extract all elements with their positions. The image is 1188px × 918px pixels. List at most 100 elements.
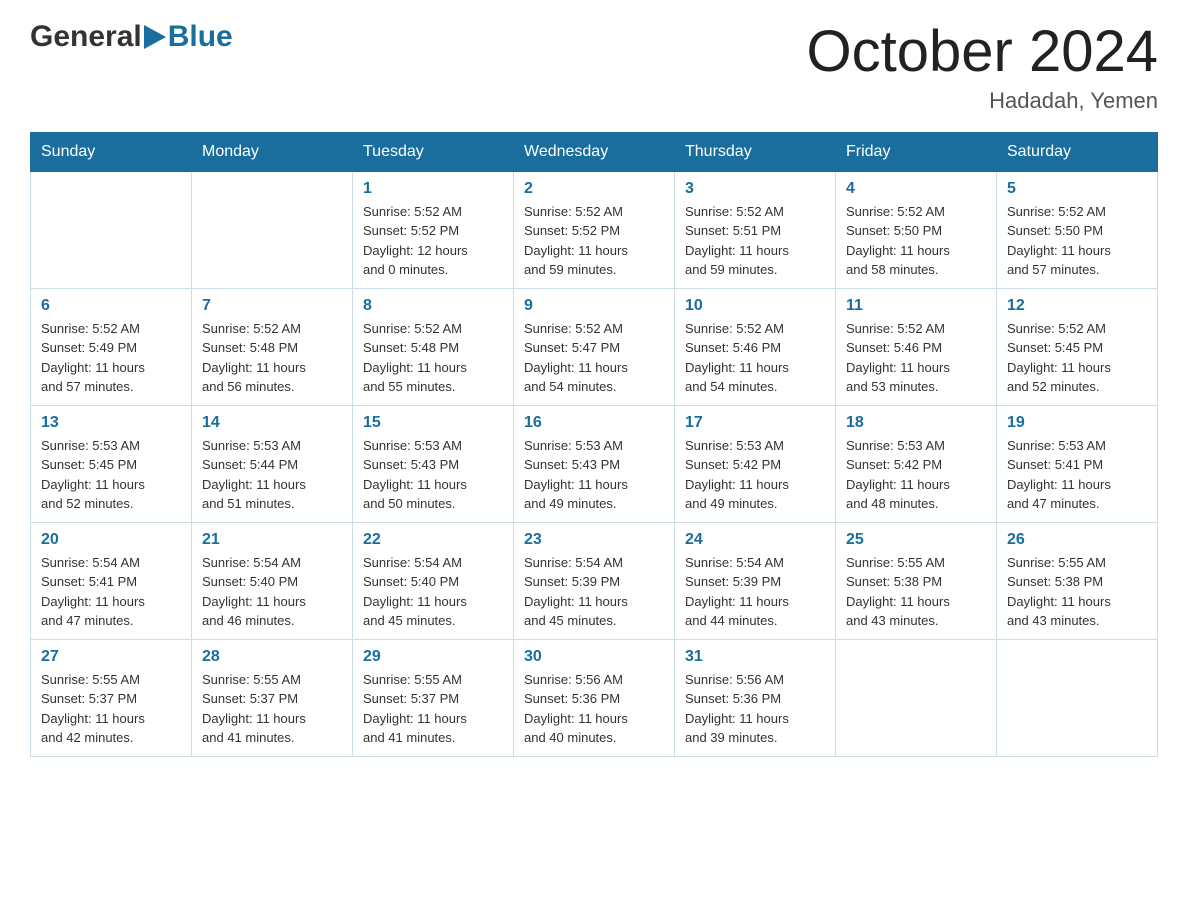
calendar-cell: 7 Sunrise: 5:52 AM Sunset: 5:48 PM Daylig… [192,288,353,405]
day-info: Sunrise: 5:53 AM Sunset: 5:42 PM Dayligh… [685,436,825,514]
day-number: 30 [524,648,664,666]
calendar-cell: 3 Sunrise: 5:52 AM Sunset: 5:51 PM Daylig… [675,171,836,288]
calendar-cell: 14 Sunrise: 5:53 AM Sunset: 5:44 PM Dayli… [192,405,353,522]
day-info: Sunrise: 5:52 AM Sunset: 5:45 PM Dayligh… [1007,319,1147,397]
calendar-cell: 22 Sunrise: 5:54 AM Sunset: 5:40 PM Dayli… [353,522,514,639]
day-info: Sunrise: 5:53 AM Sunset: 5:43 PM Dayligh… [363,436,503,514]
day-info: Sunrise: 5:56 AM Sunset: 5:36 PM Dayligh… [524,670,664,748]
day-number: 13 [41,414,181,432]
day-info: Sunrise: 5:55 AM Sunset: 5:37 PM Dayligh… [363,670,503,748]
day-number: 2 [524,180,664,198]
day-number: 7 [202,297,342,315]
header: General Blue October 2024 Hadadah, Yemen [30,20,1158,114]
calendar-cell: 23 Sunrise: 5:54 AM Sunset: 5:39 PM Dayli… [514,522,675,639]
day-info: Sunrise: 5:52 AM Sunset: 5:48 PM Dayligh… [363,319,503,397]
calendar-week-row: 13 Sunrise: 5:53 AM Sunset: 5:45 PM Dayli… [31,405,1158,522]
day-info: Sunrise: 5:53 AM Sunset: 5:45 PM Dayligh… [41,436,181,514]
day-info: Sunrise: 5:52 AM Sunset: 5:47 PM Dayligh… [524,319,664,397]
calendar-cell [192,171,353,288]
calendar-cell: 2 Sunrise: 5:52 AM Sunset: 5:52 PM Daylig… [514,171,675,288]
day-number: 10 [685,297,825,315]
day-number: 28 [202,648,342,666]
calendar-cell: 29 Sunrise: 5:55 AM Sunset: 5:37 PM Dayli… [353,639,514,756]
day-info: Sunrise: 5:54 AM Sunset: 5:40 PM Dayligh… [363,553,503,631]
day-info: Sunrise: 5:53 AM Sunset: 5:42 PM Dayligh… [846,436,986,514]
day-number: 9 [524,297,664,315]
day-info: Sunrise: 5:56 AM Sunset: 5:36 PM Dayligh… [685,670,825,748]
calendar-cell [31,171,192,288]
day-info: Sunrise: 5:53 AM Sunset: 5:44 PM Dayligh… [202,436,342,514]
calendar-cell: 21 Sunrise: 5:54 AM Sunset: 5:40 PM Dayli… [192,522,353,639]
day-info: Sunrise: 5:52 AM Sunset: 5:46 PM Dayligh… [685,319,825,397]
calendar-week-row: 1 Sunrise: 5:52 AM Sunset: 5:52 PM Daylig… [31,171,1158,288]
calendar-cell: 18 Sunrise: 5:53 AM Sunset: 5:42 PM Dayli… [836,405,997,522]
calendar-cell: 27 Sunrise: 5:55 AM Sunset: 5:37 PM Dayli… [31,639,192,756]
day-number: 14 [202,414,342,432]
calendar-cell: 24Sunrise: 5:54 AM Sunset: 5:39 PM Dayli… [675,522,836,639]
day-info: Sunrise: 5:54 AM Sunset: 5:39 PM Dayligh… [524,553,664,631]
day-number: 12 [1007,297,1147,315]
calendar-header-monday: Monday [192,132,353,171]
day-number: 3 [685,180,825,198]
logo: General Blue [30,20,233,54]
day-number: 23 [524,531,664,549]
day-number: 27 [41,648,181,666]
day-info: Sunrise: 5:52 AM Sunset: 5:49 PM Dayligh… [41,319,181,397]
day-number: 18 [846,414,986,432]
calendar-cell: 1 Sunrise: 5:52 AM Sunset: 5:52 PM Daylig… [353,171,514,288]
day-number: 21 [202,531,342,549]
day-info: Sunrise: 5:54 AM Sunset: 5:41 PM Dayligh… [41,553,181,631]
logo-general-text: General [30,20,142,54]
calendar-cell [997,639,1158,756]
day-number: 6 [41,297,181,315]
day-number: 26 [1007,531,1147,549]
calendar-cell: 19 Sunrise: 5:53 AM Sunset: 5:41 PM Dayli… [997,405,1158,522]
day-number: 24 [685,531,825,549]
calendar-cell: 5Sunrise: 5:52 AM Sunset: 5:50 PM Daylig… [997,171,1158,288]
day-number: 4 [846,180,986,198]
calendar-week-row: 20 Sunrise: 5:54 AM Sunset: 5:41 PM Dayli… [31,522,1158,639]
calendar-cell: 4 Sunrise: 5:52 AM Sunset: 5:50 PM Daylig… [836,171,997,288]
day-number: 20 [41,531,181,549]
calendar-cell: 17 Sunrise: 5:53 AM Sunset: 5:42 PM Dayli… [675,405,836,522]
day-info: Sunrise: 5:55 AM Sunset: 5:37 PM Dayligh… [41,670,181,748]
day-number: 8 [363,297,503,315]
day-number: 15 [363,414,503,432]
calendar-header-thursday: Thursday [675,132,836,171]
day-info: Sunrise: 5:54 AM Sunset: 5:40 PM Dayligh… [202,553,342,631]
calendar-header-wednesday: Wednesday [514,132,675,171]
calendar-header-tuesday: Tuesday [353,132,514,171]
day-number: 16 [524,414,664,432]
calendar-header-friday: Friday [836,132,997,171]
calendar-cell: 10 Sunrise: 5:52 AM Sunset: 5:46 PM Dayli… [675,288,836,405]
calendar-cell: 8 Sunrise: 5:52 AM Sunset: 5:48 PM Daylig… [353,288,514,405]
day-number: 17 [685,414,825,432]
day-info: Sunrise: 5:52 AM Sunset: 5:51 PM Dayligh… [685,202,825,280]
calendar-header-row: SundayMondayTuesdayWednesdayThursdayFrid… [31,132,1158,171]
day-number: 19 [1007,414,1147,432]
day-number: 1 [363,180,503,198]
logo-blue-text: Blue [168,20,233,54]
day-number: 29 [363,648,503,666]
calendar-cell: 9 Sunrise: 5:52 AM Sunset: 5:47 PM Daylig… [514,288,675,405]
day-info: Sunrise: 5:52 AM Sunset: 5:52 PM Dayligh… [524,202,664,280]
day-info: Sunrise: 5:52 AM Sunset: 5:48 PM Dayligh… [202,319,342,397]
day-info: Sunrise: 5:52 AM Sunset: 5:50 PM Dayligh… [846,202,986,280]
day-number: 31 [685,648,825,666]
calendar-cell: 30 Sunrise: 5:56 AM Sunset: 5:36 PM Dayli… [514,639,675,756]
day-info: Sunrise: 5:53 AM Sunset: 5:41 PM Dayligh… [1007,436,1147,514]
logo-chevron-icon [144,25,166,49]
day-number: 22 [363,531,503,549]
day-number: 11 [846,297,986,315]
location-subtitle: Hadadah, Yemen [807,88,1158,114]
calendar-cell: 15 Sunrise: 5:53 AM Sunset: 5:43 PM Dayli… [353,405,514,522]
day-info: Sunrise: 5:53 AM Sunset: 5:43 PM Dayligh… [524,436,664,514]
calendar-cell: 28Sunrise: 5:55 AM Sunset: 5:37 PM Dayli… [192,639,353,756]
title-area: October 2024 Hadadah, Yemen [807,20,1158,114]
calendar-cell: 12 Sunrise: 5:52 AM Sunset: 5:45 PM Dayli… [997,288,1158,405]
day-info: Sunrise: 5:52 AM Sunset: 5:52 PM Dayligh… [363,202,503,280]
calendar-cell: 11Sunrise: 5:52 AM Sunset: 5:46 PM Dayli… [836,288,997,405]
month-title: October 2024 [807,20,1158,84]
calendar-week-row: 27 Sunrise: 5:55 AM Sunset: 5:37 PM Dayli… [31,639,1158,756]
calendar-cell: 25Sunrise: 5:55 AM Sunset: 5:38 PM Dayli… [836,522,997,639]
